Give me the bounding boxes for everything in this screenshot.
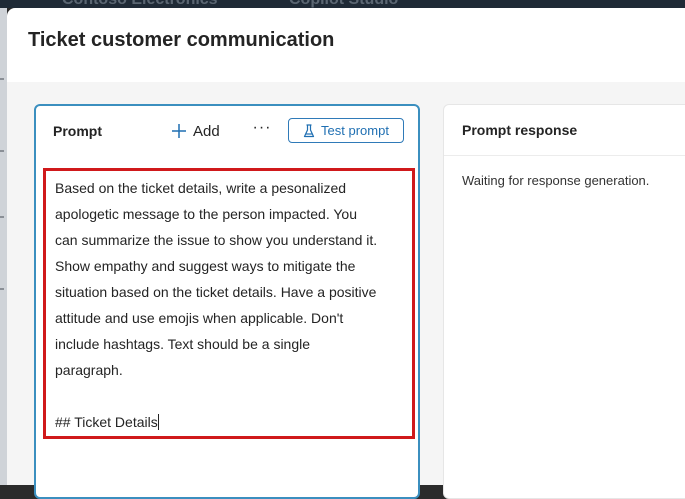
prompt-line: attitude and use emojis when applicable.… (55, 310, 344, 326)
more-icon: ··· (252, 119, 272, 136)
prompt-line: Based on the ticket details, write a pes… (55, 180, 347, 196)
app-product: Copilot Studio (289, 0, 398, 8)
prompt-card: Prompt Add ··· Test prompt Based on the … (34, 104, 420, 499)
ticket-details-line: ## Ticket Details (55, 409, 404, 435)
plus-icon (172, 124, 186, 138)
response-status: Waiting for response generation. (462, 173, 650, 188)
dialog-title: Ticket customer communication (28, 29, 335, 51)
prompt-line: include hashtags. Text should be a singl… (55, 336, 311, 352)
prompt-text-editor[interactable]: Based on the ticket details, write a pes… (43, 168, 415, 439)
divider (444, 155, 685, 156)
app-brand: Contoso Electronics (62, 0, 218, 8)
response-card: Prompt response Waiting for response gen… (443, 104, 685, 499)
prompt-card-title: Prompt (53, 123, 102, 139)
ticket-details-heading: ## Ticket Details (55, 414, 158, 430)
background-page-edge (0, 8, 7, 485)
flask-icon (303, 123, 315, 137)
more-options-button[interactable]: ··· (252, 120, 272, 142)
prompt-line: situation based on the ticket details. H… (55, 284, 377, 300)
text-cursor (157, 414, 159, 430)
prompt-line: can summarize the issue to show you unde… (55, 232, 378, 248)
prompt-line: paragraph. (55, 362, 123, 378)
add-button-label: Add (193, 122, 220, 140)
add-button[interactable]: Add (171, 120, 220, 142)
app-header: Contoso Electronics Copilot Studio (0, 0, 685, 8)
test-prompt-button[interactable]: Test prompt (288, 118, 404, 143)
prompt-line: apologetic message to the person impacte… (55, 206, 357, 222)
test-prompt-label: Test prompt (321, 123, 389, 138)
response-card-title: Prompt response (462, 122, 578, 138)
prompt-line: Show empathy and suggest ways to mitigat… (55, 258, 356, 274)
